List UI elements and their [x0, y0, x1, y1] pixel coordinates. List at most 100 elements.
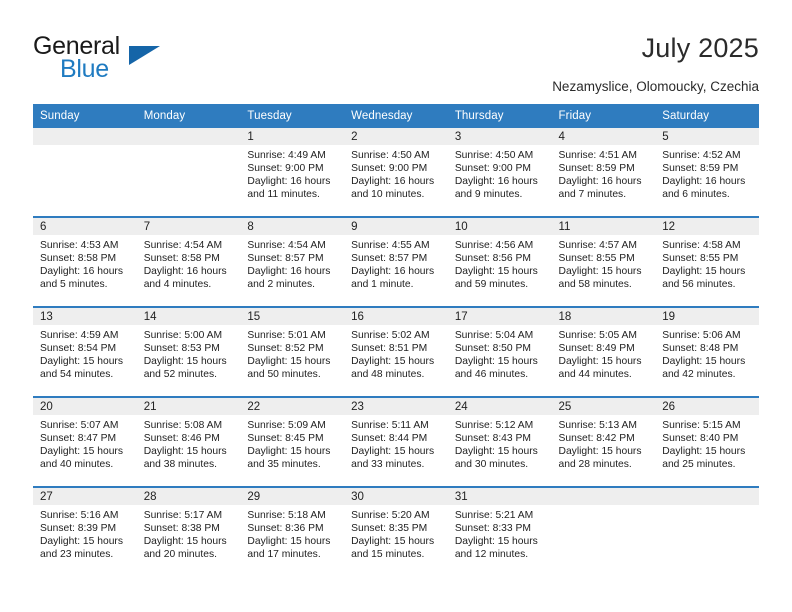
sunset-time: Sunset: 8:39 PM	[40, 523, 117, 535]
day-cell-content: 15 Sunrise: 5:01 AM Sunset: 8:52 PM Dayligh…	[240, 308, 345, 396]
daylight-duration-line1: Daylight: 15 hours	[143, 536, 227, 548]
calendar-day-cell[interactable]: 15 Sunrise: 5:01 AM Sunset: 8:52 PM Dayligh…	[240, 306, 345, 397]
calendar-day-cell[interactable]: 6 Sunrise: 4:53 AM Sunset: 8:58 PM Daylight…	[33, 216, 137, 307]
calendar-day-cell-empty	[655, 486, 759, 576]
daylight-duration-line1: Daylight: 16 hours	[558, 176, 642, 188]
sunset-time: Sunset: 8:53 PM	[143, 343, 220, 355]
sunset-time: Sunset: 8:52 PM	[247, 343, 324, 355]
day-cell-content: 16 Sunrise: 5:02 AM Sunset: 8:51 PM Dayligh…	[344, 308, 448, 396]
sunrise-time: Sunrise: 4:58 AM	[662, 240, 741, 251]
calendar-day-cell[interactable]: 1 Sunrise: 4:49 AM Sunset: 9:00 PM Daylight…	[240, 128, 345, 217]
day-number: 6	[33, 218, 137, 235]
calendar-day-cell[interactable]: 31 Sunrise: 5:21 AM Sunset: 8:33 PM Dayligh…	[447, 486, 552, 576]
calendar-day-cell-empty	[33, 128, 137, 217]
calendar-day-cell[interactable]: 14 Sunrise: 5:00 AM Sunset: 8:53 PM Dayligh…	[136, 306, 241, 397]
calendar-day-cell[interactable]: 26 Sunrise: 5:15 AM Sunset: 8:40 PM Dayligh…	[655, 396, 759, 487]
day-sun-details: Sunrise: 5:09 AM Sunset: 8:45 PM Daylight:…	[240, 415, 344, 471]
day-sun-details: Sunrise: 4:54 AM Sunset: 8:58 PM Daylight:…	[137, 235, 241, 291]
day-sun-details: Sunrise: 5:04 AM Sunset: 8:50 PM Daylight:…	[448, 325, 552, 381]
sunrise-time: Sunrise: 4:59 AM	[40, 330, 119, 341]
day-cell-content: 23 Sunrise: 5:11 AM Sunset: 8:44 PM Dayligh…	[344, 398, 448, 486]
daylight-duration-line2: and 48 minutes.	[351, 369, 425, 381]
daylight-duration-line2: and 54 minutes.	[40, 369, 114, 381]
sunset-time: Sunset: 8:57 PM	[351, 253, 428, 265]
sunset-time: Sunset: 9:00 PM	[351, 163, 428, 175]
calendar-day-cell[interactable]: 5 Sunrise: 4:52 AM Sunset: 8:59 PM Daylight…	[655, 128, 759, 217]
calendar-day-cell[interactable]: 29 Sunrise: 5:18 AM Sunset: 8:36 PM Dayligh…	[240, 486, 345, 576]
calendar-day-cell[interactable]: 10 Sunrise: 4:56 AM Sunset: 8:56 PM Dayligh…	[447, 216, 552, 307]
daylight-duration-line1: Daylight: 15 hours	[247, 356, 331, 368]
day-cell-content	[655, 488, 759, 576]
calendar-day-cell[interactable]: 3 Sunrise: 4:50 AM Sunset: 9:00 PM Daylight…	[447, 128, 552, 217]
daylight-duration-line2: and 52 minutes.	[143, 369, 217, 381]
calendar-day-cell[interactable]: 28 Sunrise: 5:17 AM Sunset: 8:38 PM Dayligh…	[136, 486, 241, 576]
sunset-time: Sunset: 8:50 PM	[454, 343, 531, 355]
calendar-day-cell[interactable]: 25 Sunrise: 5:13 AM Sunset: 8:42 PM Dayligh…	[551, 396, 656, 487]
daylight-duration-line1: Daylight: 15 hours	[351, 356, 435, 368]
day-number: 1	[240, 128, 345, 145]
calendar-day-cell[interactable]: 18 Sunrise: 5:05 AM Sunset: 8:49 PM Dayligh…	[551, 306, 656, 397]
day-number: 28	[136, 488, 241, 505]
daylight-duration-line1: Daylight: 15 hours	[351, 446, 435, 458]
day-cell-content	[136, 128, 241, 216]
calendar-day-cell[interactable]: 22 Sunrise: 5:09 AM Sunset: 8:45 PM Dayligh…	[240, 396, 345, 487]
calendar-day-cell[interactable]: 13 Sunrise: 4:59 AM Sunset: 8:54 PM Dayligh…	[33, 306, 137, 397]
daylight-duration-line1: Daylight: 16 hours	[40, 266, 123, 278]
calendar-day-cell[interactable]: 2 Sunrise: 4:50 AM Sunset: 9:00 PM Daylight…	[344, 128, 448, 217]
calendar-day-cell[interactable]: 30 Sunrise: 5:20 AM Sunset: 8:35 PM Dayligh…	[344, 486, 448, 576]
weekday-header-wednesday: Wednesday	[344, 104, 448, 128]
day-cell-content	[33, 128, 137, 216]
sunrise-time: Sunrise: 4:53 AM	[40, 240, 119, 251]
calendar-day-cell[interactable]: 19 Sunrise: 5:06 AM Sunset: 8:48 PM Dayligh…	[655, 306, 759, 397]
day-sun-details: Sunrise: 5:00 AM Sunset: 8:53 PM Daylight:…	[137, 325, 241, 381]
daylight-duration-line1: Daylight: 15 hours	[454, 446, 538, 458]
day-number: 10	[447, 218, 552, 235]
month-calendar-table: Sunday Monday Tuesday Wednesday Thursday…	[33, 104, 759, 576]
calendar-day-cell[interactable]: 9 Sunrise: 4:55 AM Sunset: 8:57 PM Daylight…	[344, 216, 448, 307]
calendar-day-cell[interactable]: 16 Sunrise: 5:02 AM Sunset: 8:51 PM Dayligh…	[344, 306, 448, 397]
daylight-duration-line1: Daylight: 15 hours	[143, 356, 227, 368]
daylight-duration-line2: and 4 minutes.	[143, 279, 212, 291]
daylight-duration-line2: and 38 minutes.	[143, 459, 217, 471]
day-number: 15	[240, 308, 345, 325]
day-number: 5	[655, 128, 759, 145]
calendar-day-cell[interactable]: 23 Sunrise: 5:11 AM Sunset: 8:44 PM Dayligh…	[344, 396, 448, 487]
daylight-duration-line2: and 58 minutes.	[558, 279, 632, 291]
daylight-duration-line1: Daylight: 15 hours	[247, 446, 331, 458]
day-cell-content: 29 Sunrise: 5:18 AM Sunset: 8:36 PM Dayligh…	[240, 488, 345, 576]
sunset-time: Sunset: 8:58 PM	[143, 253, 220, 265]
calendar-day-cell[interactable]: 20 Sunrise: 5:07 AM Sunset: 8:47 PM Dayligh…	[33, 396, 137, 487]
calendar-body: 1 Sunrise: 4:49 AM Sunset: 9:00 PM Daylight…	[33, 128, 759, 576]
calendar-day-cell[interactable]: 4 Sunrise: 4:51 AM Sunset: 8:59 PM Daylight…	[551, 128, 656, 217]
brand-logo[interactable]: General Blue	[33, 32, 233, 90]
day-number: 30	[344, 488, 448, 505]
day-cell-content: 22 Sunrise: 5:09 AM Sunset: 8:45 PM Dayligh…	[240, 398, 345, 486]
page-title: July 2025	[641, 33, 759, 63]
calendar-day-cell[interactable]: 17 Sunrise: 5:04 AM Sunset: 8:50 PM Dayligh…	[447, 306, 552, 397]
sunrise-time: Sunrise: 4:51 AM	[558, 150, 637, 161]
sunset-time: Sunset: 8:43 PM	[454, 433, 531, 445]
calendar-day-cell[interactable]: 8 Sunrise: 4:54 AM Sunset: 8:57 PM Daylight…	[240, 216, 345, 307]
calendar-day-cell[interactable]: 24 Sunrise: 5:12 AM Sunset: 8:43 PM Dayligh…	[447, 396, 552, 487]
calendar-day-cell[interactable]: 21 Sunrise: 5:08 AM Sunset: 8:46 PM Dayligh…	[136, 396, 241, 487]
daylight-duration-line2: and 11 minutes.	[247, 189, 320, 201]
day-sun-details: Sunrise: 4:56 AM Sunset: 8:56 PM Daylight:…	[448, 235, 552, 291]
day-number: 13	[33, 308, 137, 325]
sunset-time: Sunset: 8:55 PM	[558, 253, 635, 265]
calendar-day-cell[interactable]: 27 Sunrise: 5:16 AM Sunset: 8:39 PM Dayligh…	[33, 486, 137, 576]
calendar-day-cell[interactable]: 12 Sunrise: 4:58 AM Sunset: 8:55 PM Dayligh…	[655, 216, 759, 307]
day-number: 8	[240, 218, 345, 235]
calendar-day-cell[interactable]: 11 Sunrise: 4:57 AM Sunset: 8:55 PM Dayligh…	[551, 216, 656, 307]
sunset-time: Sunset: 8:40 PM	[662, 433, 739, 445]
sunrise-time: Sunrise: 5:06 AM	[662, 330, 741, 341]
day-number: 9	[344, 218, 448, 235]
sunrise-time: Sunrise: 5:17 AM	[143, 510, 223, 521]
calendar-day-cell[interactable]: 7 Sunrise: 4:54 AM Sunset: 8:58 PM Daylight…	[136, 216, 241, 307]
day-sun-details: Sunrise: 5:12 AM Sunset: 8:43 PM Daylight:…	[448, 415, 552, 471]
sunset-time: Sunset: 8:59 PM	[662, 163, 739, 175]
day-sun-details: Sunrise: 5:07 AM Sunset: 8:47 PM Daylight:…	[33, 415, 137, 471]
sunrise-time: Sunrise: 5:04 AM	[454, 330, 534, 341]
day-sun-details: Sunrise: 5:11 AM Sunset: 8:44 PM Daylight:…	[344, 415, 448, 471]
daylight-duration-line2: and 59 minutes.	[454, 279, 529, 291]
day-number: 11	[551, 218, 656, 235]
